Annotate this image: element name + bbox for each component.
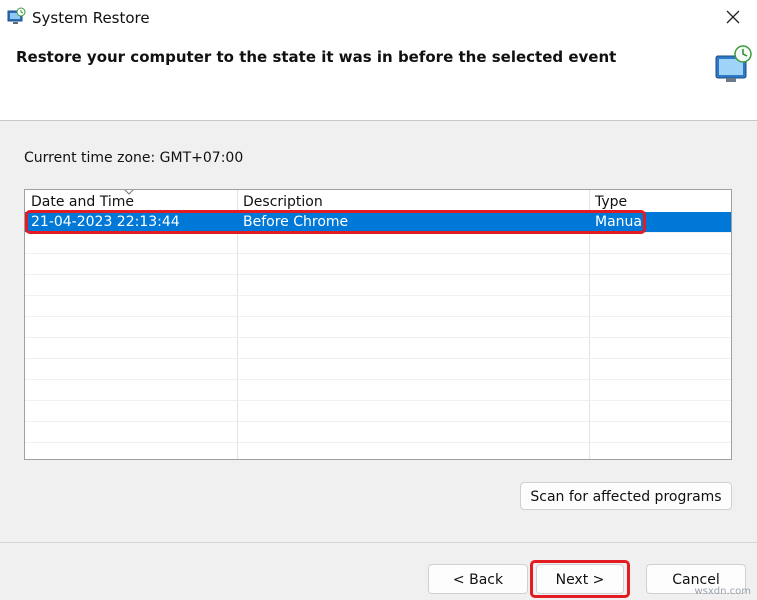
list-row-empty <box>25 380 731 401</box>
restore-point-list[interactable]: Date and Time Description Type 21-04-202… <box>24 189 732 460</box>
dialog-footer: < Back Next > Cancel wsxdn.com <box>0 542 757 600</box>
list-row-empty <box>25 338 731 359</box>
list-row-selected[interactable]: 21-04-2023 22:13:44 Before Chrome Manual <box>25 210 731 234</box>
cell-date-time: 21-04-2023 22:13:44 <box>31 214 180 230</box>
watermark: wsxdn.com <box>694 586 751 597</box>
list-rows: 21-04-2023 22:13:44 Before Chrome Manual <box>25 210 731 459</box>
sort-arrow-icon <box>124 190 134 195</box>
system-restore-monitor-icon <box>712 42 756 86</box>
list-row-empty <box>25 233 731 254</box>
column-header-description[interactable]: Description <box>237 190 589 212</box>
column-header-date-time[interactable]: Date and Time <box>25 190 237 212</box>
list-row-empty <box>25 401 731 422</box>
cell-description: Before Chrome <box>243 214 349 230</box>
window-title: System Restore <box>32 9 150 27</box>
list-row-empty <box>25 275 731 296</box>
list-row-empty <box>25 254 731 275</box>
back-button[interactable]: < Back <box>428 564 528 594</box>
close-icon <box>726 10 740 24</box>
dialog-body: Current time zone: GMT+07:00 Date and Ti… <box>0 121 757 542</box>
title-bar: System Restore <box>0 0 757 36</box>
scan-affected-programs-button[interactable]: Scan for affected programs <box>520 482 732 510</box>
column-header-type[interactable]: Type <box>589 190 731 212</box>
list-row-empty <box>25 443 731 459</box>
list-row-empty <box>25 422 731 443</box>
next-highlight-annotation <box>530 560 630 598</box>
close-button[interactable] <box>711 0 757 36</box>
timezone-label: Current time zone: GMT+07:00 <box>24 150 244 166</box>
system-restore-icon <box>6 7 26 27</box>
list-header: Date and Time Description Type <box>25 190 731 212</box>
header-panel: Restore your computer to the state it wa… <box>0 36 757 120</box>
page-title: Restore your computer to the state it wa… <box>16 48 617 66</box>
list-row-empty <box>25 359 731 380</box>
list-row-empty <box>25 317 731 338</box>
list-row-empty <box>25 296 731 317</box>
cell-type: Manual <box>595 214 646 230</box>
